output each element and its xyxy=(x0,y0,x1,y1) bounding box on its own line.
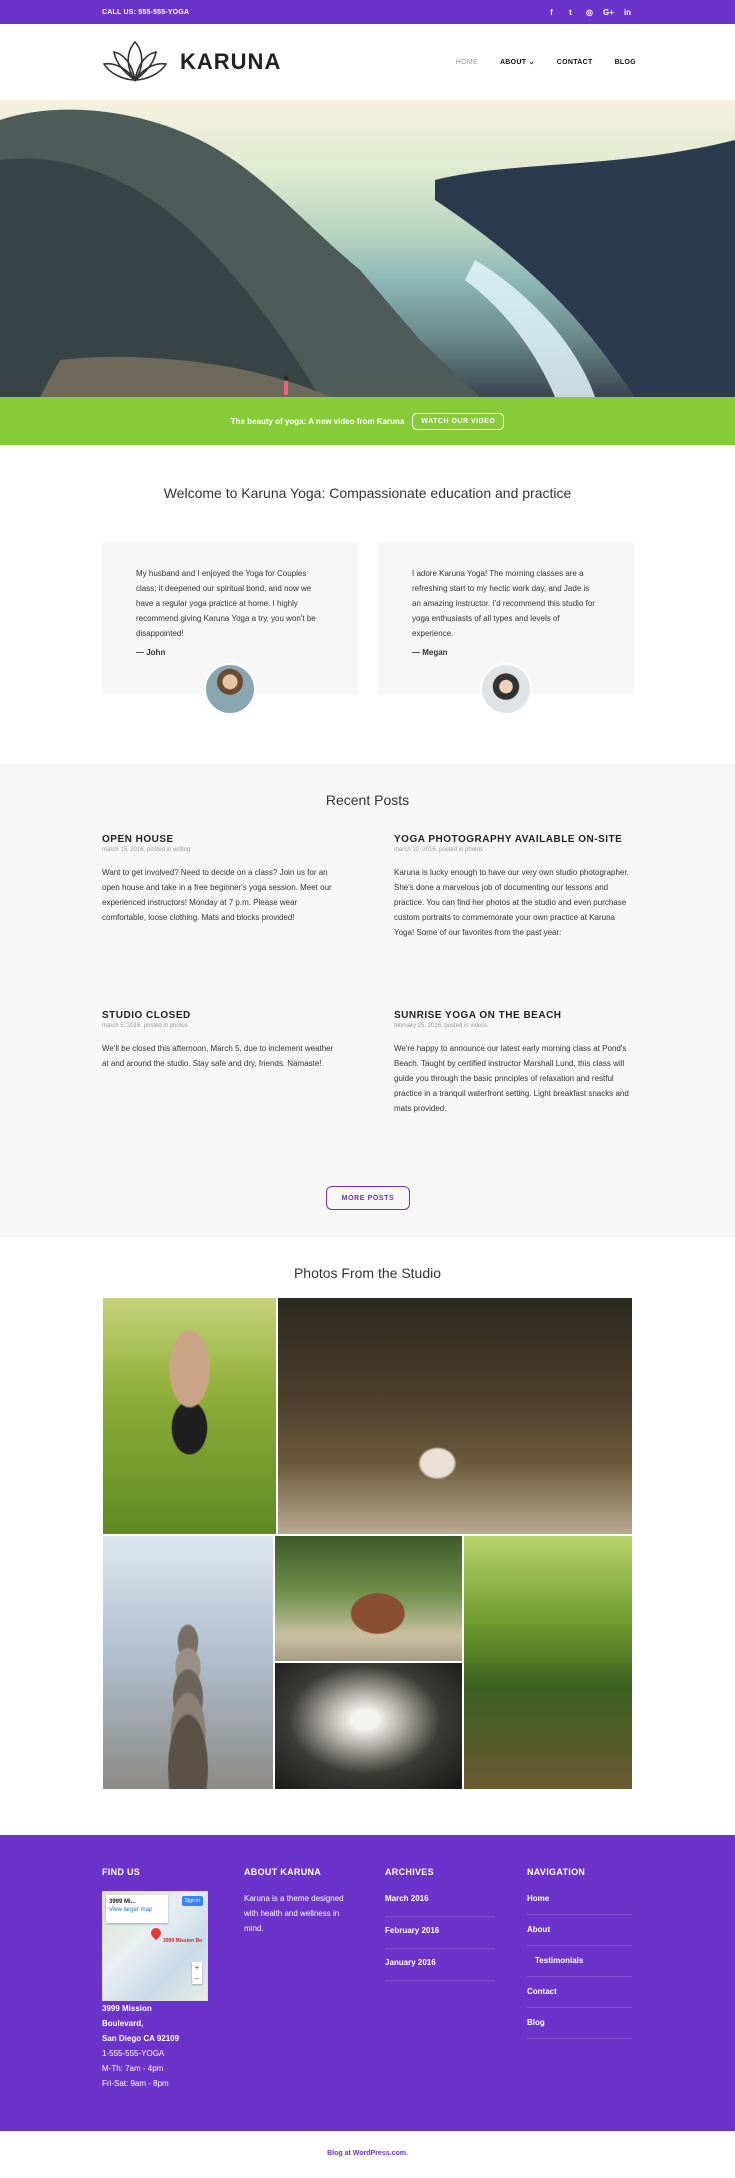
archive-link[interactable]: March 2016 xyxy=(385,1891,495,1917)
google-plus-icon[interactable]: G+ xyxy=(603,7,614,18)
nav-about[interactable]: ABOUT ⌄ xyxy=(500,58,535,66)
post-title[interactable]: STUDIO CLOSED xyxy=(102,1010,340,1021)
archive-link[interactable]: February 2016 xyxy=(385,1923,495,1949)
post-item: YOGA PHOTOGRAPHY AVAILABLE ON-SITE march… xyxy=(394,834,632,940)
gallery-photo[interactable] xyxy=(103,1536,273,1789)
testimonial-quote: My husband and I enjoyed the Yoga for Co… xyxy=(136,569,316,638)
address-line: 3999 Mission xyxy=(102,2004,152,2013)
post-item: OPEN HOUSE march 15, 2016, posted in wri… xyxy=(102,834,340,925)
post-excerpt: We'll be closed this afternoon, March 5,… xyxy=(102,1044,334,1068)
linkedin-icon[interactable]: in xyxy=(622,7,633,18)
map-pin-icon xyxy=(148,1925,164,1941)
footer-nav-testimonials[interactable]: Testimonials xyxy=(527,1953,632,1977)
call-us-text: CALL US: 555-555-YOGA xyxy=(102,8,190,16)
twitter-icon[interactable]: t xyxy=(565,7,576,18)
post-meta: february 25, 2016, posted in videos xyxy=(394,1023,488,1029)
site-credits: Blog at WordPress.com. xyxy=(0,2131,735,2176)
gallery-photo[interactable] xyxy=(275,1536,462,1661)
watch-video-button[interactable]: WATCH OUR VIDEO xyxy=(412,412,505,430)
site-footer: FIND US 3999 Mi... View larger map Sign … xyxy=(0,1835,735,2131)
facebook-icon[interactable]: f xyxy=(546,7,557,18)
map-signin-label: Sign in xyxy=(184,1898,200,1904)
footer-address: 3999 Mission Boulevard, San Diego CA 921… xyxy=(102,2001,212,2046)
gallery-photo[interactable] xyxy=(103,1298,276,1534)
post-title[interactable]: SUNRISE YOGA ON THE BEACH xyxy=(394,1010,632,1021)
about-text: Karuna is a theme designed with health a… xyxy=(244,1894,344,1933)
testimonial-quote: I adore Karuna Yoga! The morning classes… xyxy=(412,569,595,638)
post-meta: march 10, 2016, posted in photos xyxy=(394,847,484,853)
social-links: f t ◎ G+ in xyxy=(546,7,633,18)
wordpress-credit-link[interactable]: Blog at WordPress.com. xyxy=(327,2150,408,2157)
top-bar: CALL US: 555-555-YOGA f t ◎ G+ in xyxy=(0,0,735,24)
footer-nav-contact[interactable]: Contact xyxy=(527,1984,632,2008)
testimonial-author: — John xyxy=(136,648,166,657)
recent-posts-title: Recent Posts xyxy=(325,792,410,808)
gallery-photo[interactable] xyxy=(275,1663,462,1789)
banner-text: The beauty of yoga: A new video from Kar… xyxy=(230,416,405,426)
post-meta: march 5, 2016, posted in photos xyxy=(102,1023,188,1029)
mountain-shape xyxy=(435,140,735,397)
site-title[interactable]: KARUNA xyxy=(180,49,281,75)
nav-home[interactable]: HOME xyxy=(456,59,478,66)
chevron-down-icon: ⌄ xyxy=(528,59,535,66)
find-us-title: FIND US xyxy=(102,1867,141,1877)
footer-phone: 1-555-555-YOGA xyxy=(102,2049,165,2058)
brand[interactable]: KARUNA xyxy=(102,38,281,86)
map-signin-button[interactable]: Sign in xyxy=(181,1896,203,1906)
about-title: ABOUT KARUNA xyxy=(244,1867,322,1877)
testimonial-card: My husband and I enjoyed the Yoga for Co… xyxy=(102,542,358,715)
recent-posts-section: Recent Posts OPEN HOUSE march 15, 2016, … xyxy=(0,764,735,1237)
post-title[interactable]: YOGA PHOTOGRAPHY AVAILABLE ON-SITE xyxy=(394,834,632,845)
nav-contact[interactable]: CONTACT xyxy=(557,59,593,66)
testimonial-author: — Megan xyxy=(412,648,448,657)
instagram-icon[interactable]: ◎ xyxy=(584,7,595,18)
footer-hours: Fri-Sat: 9am - 8pm xyxy=(102,2079,169,2088)
embedded-map[interactable]: 3999 Mi... View larger map Sign in 3999 … xyxy=(102,1891,208,2001)
map-info-box: 3999 Mi... View larger map xyxy=(106,1895,168,1923)
navigation-widget: NAVIGATION Home About Testimonials Conta… xyxy=(527,1867,632,2046)
post-excerpt: Want to get involved? Need to decide on … xyxy=(102,868,332,922)
map-view-larger-link[interactable]: View larger map xyxy=(109,1906,165,1914)
navigation-title: NAVIGATION xyxy=(527,1867,586,1877)
map-place-label: 3999 Mi... xyxy=(109,1899,136,1905)
nav-blog[interactable]: BLOG xyxy=(615,59,636,66)
post-excerpt: Karuna is lucky enough to have our very … xyxy=(394,868,629,937)
archives-widget: ARCHIVES March 2016 February 2016 Januar… xyxy=(385,1867,495,1987)
avatar xyxy=(204,663,256,715)
address-line: San Diego CA 92109 xyxy=(102,2034,180,2043)
address-line: Boulevard, xyxy=(102,2019,144,2028)
post-excerpt: We're happy to announce our latest early… xyxy=(394,1044,629,1113)
post-item: STUDIO CLOSED march 5, 2016, posted in p… xyxy=(102,1010,340,1071)
testimonial-card: I adore Karuna Yoga! The morning classes… xyxy=(378,542,634,715)
archive-link[interactable]: January 2016 xyxy=(385,1955,495,1981)
gallery-photo[interactable] xyxy=(464,1536,632,1789)
photos-section: Photos From the Studio xyxy=(0,1237,735,1835)
footer-nav-home[interactable]: Home xyxy=(527,1891,632,1915)
cliff-shape xyxy=(0,109,480,397)
find-us-widget: FIND US 3999 Mi... View larger map Sign … xyxy=(102,1867,212,2091)
archives-title: ARCHIVES xyxy=(385,1867,434,1877)
main-nav: HOME ABOUT ⌄ CONTACT BLOG xyxy=(456,58,636,67)
post-title[interactable]: OPEN HOUSE xyxy=(102,834,340,845)
nav-about-label: ABOUT xyxy=(499,59,527,66)
more-posts-button[interactable]: MORE POSTS xyxy=(326,1186,410,1210)
post-meta: march 15, 2016, posted in writing xyxy=(102,847,191,853)
avatar xyxy=(480,663,532,715)
site-header: KARUNA HOME ABOUT ⌄ CONTACT BLOG xyxy=(0,24,735,100)
welcome-title: Welcome to Karuna Yoga: Compassionate ed… xyxy=(163,485,572,501)
map-zoom-controls[interactable]: + − xyxy=(192,1962,202,1984)
gallery-photo[interactable] xyxy=(278,1298,632,1534)
video-banner: The beauty of yoga: A new video from Kar… xyxy=(0,397,735,445)
photos-title: Photos From the Studio xyxy=(293,1265,442,1281)
footer-nav-blog[interactable]: Blog xyxy=(527,2015,632,2039)
yoga-figure-shape xyxy=(283,375,289,397)
footer-nav-about[interactable]: About xyxy=(527,1922,632,1946)
welcome-section: Welcome to Karuna Yoga: Compassionate ed… xyxy=(0,445,735,764)
map-pin-label: 3999 Mission Bo xyxy=(163,1938,203,1944)
hero-image xyxy=(0,100,735,397)
footer-hours: M-Th: 7am - 4pm xyxy=(102,2064,164,2073)
about-widget: ABOUT KARUNA Karuna is a theme designed … xyxy=(244,1867,344,1936)
post-item: SUNRISE YOGA ON THE BEACH february 25, 2… xyxy=(394,1010,632,1116)
lotus-logo-icon[interactable] xyxy=(102,38,168,86)
